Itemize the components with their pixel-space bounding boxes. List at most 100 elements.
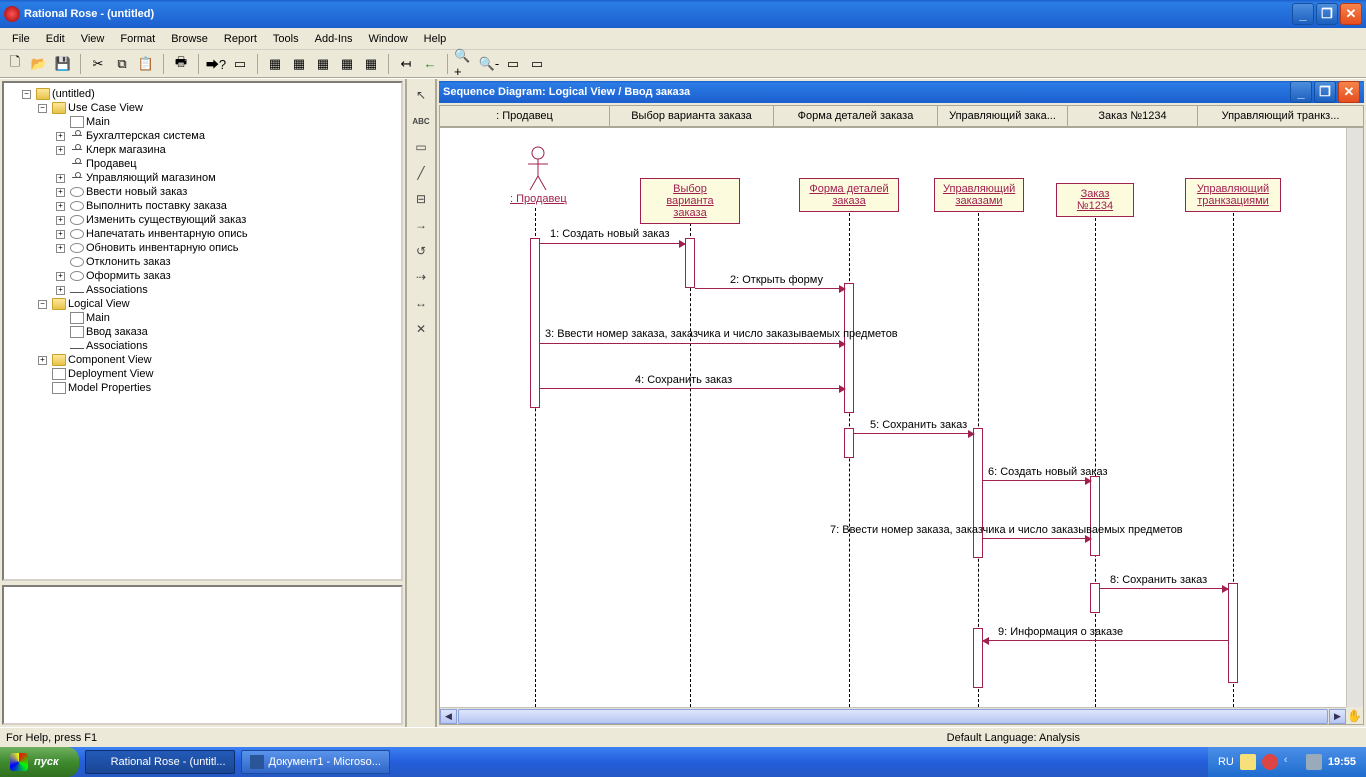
object-box[interactable]: Управляющий заказами [934, 178, 1024, 212]
menu-report[interactable]: Report [216, 31, 265, 47]
text-tool-icon[interactable]: ABC [410, 111, 432, 131]
tree-root[interactable]: −(untitled) [8, 87, 397, 101]
close-button[interactable]: ✕ [1340, 3, 1362, 25]
clock[interactable]: 19:55 [1328, 756, 1356, 768]
expand-icon[interactable]: + [56, 132, 65, 141]
tree-component-view[interactable]: +Component View [8, 353, 397, 367]
anchor-tool-icon[interactable]: ╱ [410, 163, 432, 183]
object-box[interactable]: Форма деталей заказа [799, 178, 899, 212]
expand-icon[interactable]: + [56, 216, 65, 225]
message-arrow[interactable] [695, 288, 845, 289]
print-icon[interactable]: 🖶 [170, 53, 192, 75]
tree-item[interactable]: +Напечатать инвентарную опись [8, 227, 397, 241]
tree-item[interactable]: +Управляющий магазином [8, 171, 397, 185]
tree-item[interactable]: Отклонить заказ [8, 255, 397, 269]
expand-icon[interactable]: + [56, 286, 65, 295]
tree-item[interactable]: Main [8, 115, 397, 129]
zoom-selection-icon[interactable]: ▭ [526, 53, 548, 75]
tree-item[interactable]: +Клерк магазина [8, 143, 397, 157]
activation-bar[interactable] [844, 283, 854, 413]
message-arrow[interactable] [540, 243, 685, 244]
tree-item[interactable]: Ввод заказа [8, 325, 397, 339]
vertical-scrollbar[interactable] [1346, 128, 1363, 707]
menu-file[interactable]: File [4, 31, 38, 47]
pan-hand-icon[interactable]: ✋ [1346, 707, 1363, 724]
message-arrow[interactable] [983, 538, 1091, 539]
maximize-button[interactable]: ❐ [1316, 3, 1338, 25]
message-tool-icon[interactable]: → [410, 215, 432, 235]
diagram-canvas[interactable]: : Продавец Выбор варианта заказа Форма д… [440, 128, 1346, 707]
window-icon[interactable]: ▭ [229, 53, 251, 75]
taskbar-item-word[interactable]: Документ1 - Microso... [241, 750, 390, 774]
paste-icon[interactable]: 📋 [135, 53, 157, 75]
activation-bar[interactable] [1228, 583, 1238, 683]
object-box[interactable]: Выбор варианта заказа [640, 178, 740, 224]
message-arrow[interactable] [854, 433, 974, 434]
activation-bar[interactable] [844, 428, 854, 458]
activation-bar[interactable] [1090, 583, 1100, 613]
lifeline-header[interactable]: Выбор варианта заказа [610, 105, 774, 127]
delete-tool-icon[interactable]: ✕ [410, 319, 432, 339]
expand-icon[interactable]: + [56, 272, 65, 281]
activation-bar[interactable] [973, 428, 983, 558]
menu-window[interactable]: Window [361, 31, 416, 47]
lifeline-header[interactable]: Форма деталей заказа [774, 105, 938, 127]
collapse-icon[interactable]: − [22, 90, 31, 99]
lifeline-header[interactable]: Заказ №1234 [1068, 105, 1198, 127]
lifeline-header[interactable]: Управляющий зака... [938, 105, 1068, 127]
message-arrow[interactable] [983, 480, 1091, 481]
message-arrow[interactable] [1100, 588, 1228, 589]
taskbar-item-rose[interactable]: Rational Rose - (untitl... [85, 750, 235, 774]
browse-interaction-icon[interactable]: ▦ [288, 53, 310, 75]
tree-item[interactable]: +Оформить заказ [8, 269, 397, 283]
browse-component-icon[interactable]: ▦ [312, 53, 334, 75]
message-arrow[interactable] [983, 640, 1228, 641]
lifeline-header[interactable]: Управляющий транкз... [1198, 105, 1364, 127]
open-icon[interactable]: 📂 [28, 53, 50, 75]
zoom-fit-icon[interactable]: ▭ [502, 53, 524, 75]
start-button[interactable]: пуск [0, 747, 79, 777]
locale-indicator[interactable]: RU [1218, 756, 1234, 768]
expand-icon[interactable]: + [56, 146, 65, 155]
documentation-panel[interactable] [2, 585, 403, 725]
message-arrow[interactable] [540, 388, 845, 389]
expand-icon[interactable]: + [56, 202, 65, 211]
browse-state-icon[interactable]: ▦ [336, 53, 358, 75]
tree-item[interactable]: +Обновить инвентарную опись [8, 241, 397, 255]
expand-icon[interactable]: + [56, 244, 65, 253]
collapse-icon[interactable]: − [38, 104, 47, 113]
copy-icon[interactable]: ⧉ [111, 53, 133, 75]
parent-icon[interactable]: ↤ [395, 53, 417, 75]
menu-help[interactable]: Help [416, 31, 455, 47]
tree-item[interactable]: +Ввести новый заказ [8, 185, 397, 199]
return-tool-icon[interactable]: ⇢ [410, 267, 432, 287]
expand-icon[interactable]: + [56, 188, 65, 197]
destruction-tool-icon[interactable]: ↔ [410, 293, 432, 313]
model-tree[interactable]: −(untitled) −Use Case View Main +Бухгалт… [2, 81, 403, 581]
menu-view[interactable]: View [73, 31, 113, 47]
scroll-right-icon[interactable]: ▶ [1329, 709, 1346, 724]
message-arrow[interactable] [540, 343, 845, 344]
tree-item[interactable]: Associations [8, 339, 397, 353]
object-box[interactable]: Управляющий транкзациями [1185, 178, 1281, 212]
browse-class-icon[interactable]: ▦ [264, 53, 286, 75]
expand-icon[interactable]: + [56, 230, 65, 239]
menu-browse[interactable]: Browse [163, 31, 216, 47]
collapse-icon[interactable]: − [38, 300, 47, 309]
menu-edit[interactable]: Edit [38, 31, 73, 47]
actor-figure[interactable]: : Продавец [510, 146, 567, 205]
new-icon[interactable]: 🗋 [4, 53, 26, 75]
diagram-minimize-button[interactable]: _ [1290, 81, 1312, 103]
browse-deployment-icon[interactable]: ▦ [360, 53, 382, 75]
activation-bar[interactable] [1090, 476, 1100, 556]
minimize-button[interactable]: _ [1292, 3, 1314, 25]
object-tool-icon[interactable]: ⊟ [410, 189, 432, 209]
object-box[interactable]: Заказ №1234 [1056, 183, 1134, 217]
expand-icon[interactable]: + [38, 356, 47, 365]
tree-item[interactable]: Main [8, 311, 397, 325]
lifeline-header[interactable]: : Продавец [440, 105, 610, 127]
tree-item[interactable]: +Бухгалтерская система [8, 129, 397, 143]
tree-item[interactable]: +Associations [8, 283, 397, 297]
cut-icon[interactable]: ✂ [87, 53, 109, 75]
horizontal-scrollbar[interactable]: ◀ ▶ [440, 707, 1346, 724]
